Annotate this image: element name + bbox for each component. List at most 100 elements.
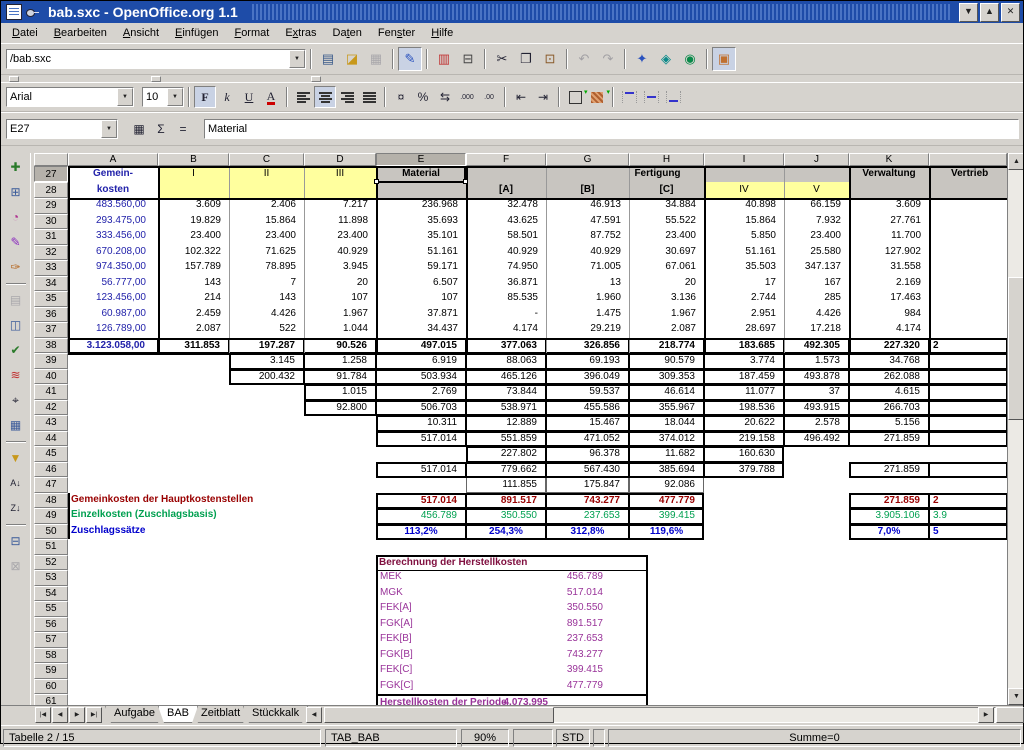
menu-item-fenster[interactable]: Fenster xyxy=(370,25,423,41)
borders-icon[interactable] xyxy=(564,86,586,108)
cell-J42[interactable]: 493.915 xyxy=(784,400,849,416)
font-name-dropdown-icon[interactable]: ▼ xyxy=(117,88,133,106)
cell-C31[interactable]: 23.400 xyxy=(229,229,304,245)
cell-G43[interactable]: 15.467 xyxy=(546,415,629,431)
remove-split-icon[interactable]: ⊠ xyxy=(4,554,28,578)
cell-G38[interactable]: 326.856 xyxy=(546,338,629,354)
cell-F31[interactable]: 58.501 xyxy=(466,229,546,245)
cell-E35[interactable]: 107 xyxy=(376,291,466,307)
cell-F50[interactable]: 254,3% xyxy=(466,524,546,540)
cell-I41[interactable]: 11.077 xyxy=(704,384,784,400)
row-header-55[interactable]: 55 xyxy=(34,601,68,617)
header-roman-II[interactable]: II xyxy=(229,166,304,182)
split-window-icon[interactable]: ⊟ xyxy=(4,529,28,553)
cell-E36[interactable]: 37.871 xyxy=(376,307,466,323)
cell-F38[interactable]: 377.063 xyxy=(466,338,546,354)
cell-F29[interactable]: 32.478 xyxy=(466,198,546,214)
bold-icon[interactable]: F xyxy=(194,86,216,108)
header-[C][interactable]: [C] xyxy=(629,182,704,198)
cell-B31[interactable]: 23.400 xyxy=(158,229,229,245)
cell-L49[interactable]: 3.9 xyxy=(929,508,1007,524)
cell-G44[interactable]: 471.052 xyxy=(546,431,629,447)
cell-G47[interactable]: 175.847 xyxy=(546,477,629,493)
cell-I37[interactable]: 28.697 xyxy=(704,322,784,338)
font-color-icon[interactable]: A xyxy=(260,86,282,108)
cell-J34[interactable]: 167 xyxy=(784,276,849,292)
cell-K41[interactable]: 4.615 xyxy=(849,384,929,400)
cell-H49[interactable]: 399.415 xyxy=(629,508,704,524)
cell-J33[interactable]: 347.137 xyxy=(784,260,849,276)
cell-L44[interactable] xyxy=(929,431,1007,447)
cell-I38[interactable]: 183.685 xyxy=(704,338,784,354)
row-header-60[interactable]: 60 xyxy=(34,679,68,695)
cell-C38[interactable]: 197.287 xyxy=(229,338,304,354)
cell-I35[interactable]: 2.744 xyxy=(704,291,784,307)
cell-F46[interactable]: 779.662 xyxy=(466,462,546,478)
insert-icon[interactable]: ✚ xyxy=(4,155,28,179)
prev-sheet-button[interactable]: ◀ xyxy=(52,707,68,723)
sort-ascending-icon[interactable]: A↓ xyxy=(4,471,28,495)
cell-J41[interactable]: 37 xyxy=(784,384,849,400)
cell-J31[interactable]: 23.400 xyxy=(784,229,849,245)
cell-C40[interactable]: 200.432 xyxy=(229,369,304,385)
cell-I46[interactable]: 379.788 xyxy=(704,462,784,478)
print-icon[interactable]: ⊟ xyxy=(456,47,480,71)
row-header-58[interactable]: 58 xyxy=(34,648,68,664)
cell-K36[interactable]: 984 xyxy=(849,307,929,323)
font-size-input[interactable] xyxy=(143,88,167,106)
cell-E41[interactable]: 2.769 xyxy=(376,384,466,400)
cell-D33[interactable]: 3.945 xyxy=(304,260,376,276)
sheet-tab-BAB[interactable]: BAB xyxy=(158,706,198,723)
cell-B32[interactable]: 102.322 xyxy=(158,245,229,261)
insert-object-icon[interactable]: ◔ xyxy=(4,205,28,229)
autoformat-icon[interactable]: ▤ xyxy=(4,288,28,312)
redo-icon[interactable]: ↷ xyxy=(596,47,620,71)
cell-B37[interactable]: 2.087 xyxy=(158,322,229,338)
scroll-up-icon[interactable]: ▲ xyxy=(1008,153,1023,170)
cell-B33[interactable]: 157.789 xyxy=(158,260,229,276)
name-box-dropdown-icon[interactable]: ▼ xyxy=(101,120,117,138)
row-header-34[interactable]: 34 xyxy=(34,276,68,292)
cell-K39[interactable]: 34.768 xyxy=(849,353,929,369)
cell-A35[interactable]: 123.456,00 xyxy=(68,291,158,307)
cell-E33[interactable]: 59.171 xyxy=(376,260,466,276)
status-spare2[interactable] xyxy=(593,729,605,747)
align-vcenter-icon[interactable] xyxy=(640,86,662,108)
cell-F30[interactable]: 43.625 xyxy=(466,214,546,230)
cell-H46[interactable]: 385.694 xyxy=(629,462,704,478)
row-header-52[interactable]: 52 xyxy=(34,555,68,571)
status-zoom[interactable]: 90% xyxy=(461,729,509,747)
status-page-style[interactable]: TAB_BAB xyxy=(325,729,457,747)
formula-input-line[interactable] xyxy=(204,119,1019,139)
row-header-59[interactable]: 59 xyxy=(34,663,68,679)
decrease-indent-icon[interactable]: ⇤ xyxy=(510,86,532,108)
row-header-43[interactable]: 43 xyxy=(34,415,68,431)
cell-H38[interactable]: 218.774 xyxy=(629,338,704,354)
col-header-K[interactable]: K xyxy=(849,153,929,166)
cell-L43[interactable] xyxy=(929,415,1007,431)
cell-K33[interactable]: 31.558 xyxy=(849,260,929,276)
cell-L50[interactable]: 5 xyxy=(929,524,1007,540)
cell-J38[interactable]: 492.305 xyxy=(784,338,849,354)
cell-K43[interactable]: 5.156 xyxy=(849,415,929,431)
header-roman-I[interactable]: I xyxy=(158,166,229,182)
selection-handle-bl[interactable] xyxy=(374,179,379,184)
cell-H34[interactable]: 20 xyxy=(629,276,704,292)
cell-H32[interactable]: 30.697 xyxy=(629,245,704,261)
cell-I30[interactable]: 15.864 xyxy=(704,214,784,230)
cell-K42[interactable]: 266.703 xyxy=(849,400,929,416)
cell-C35[interactable]: 143 xyxy=(229,291,304,307)
cell-E31[interactable]: 35.101 xyxy=(376,229,466,245)
function-autopilot-icon[interactable]: ▦ xyxy=(128,118,150,140)
cell-E43[interactable]: 10.311 xyxy=(376,415,466,431)
col-header-B[interactable]: B xyxy=(158,153,229,166)
paste-icon[interactable]: ⊡ xyxy=(538,47,562,71)
function-icon[interactable]: = xyxy=(172,118,194,140)
cell-E50[interactable]: 113,2% xyxy=(376,524,466,540)
align-top-icon[interactable] xyxy=(618,86,640,108)
number-standard-icon[interactable]: ⇆ xyxy=(434,86,456,108)
cell-E44[interactable]: 517.014 xyxy=(376,431,466,447)
align-center-icon[interactable] xyxy=(314,86,336,108)
cell-H31[interactable]: 23.400 xyxy=(629,229,704,245)
header-roman-III[interactable]: III xyxy=(304,166,376,182)
